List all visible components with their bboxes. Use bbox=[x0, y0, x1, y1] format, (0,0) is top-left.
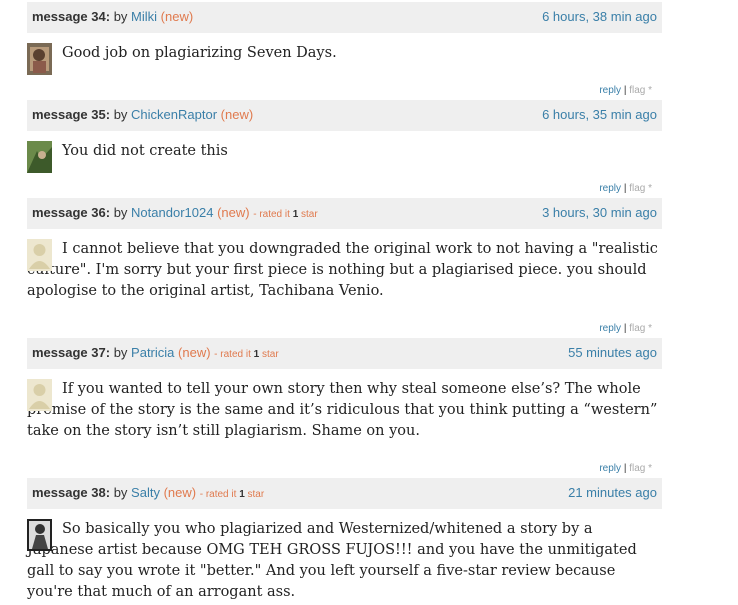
author-link[interactable]: Salty bbox=[131, 485, 160, 500]
avatar[interactable] bbox=[27, 43, 52, 75]
message-header: message 36: by Notandor1024 (new) - rate… bbox=[27, 198, 662, 229]
reply-link[interactable]: reply bbox=[599, 323, 621, 334]
message-number: message 35: bbox=[32, 107, 111, 122]
reply-link[interactable]: reply bbox=[599, 463, 621, 474]
timestamp-link[interactable]: 6 hours, 38 min ago bbox=[542, 9, 657, 24]
rating-text: - rated it 1 star bbox=[200, 489, 264, 500]
author-link[interactable]: Notandor1024 bbox=[131, 205, 213, 220]
author-link[interactable]: Patricia bbox=[131, 345, 174, 360]
message-actions: reply | flag * bbox=[599, 463, 652, 474]
rating-text: - rated it 1 star bbox=[214, 349, 278, 360]
message-actions: reply | flag * bbox=[599, 323, 652, 334]
reply-link[interactable]: reply bbox=[599, 183, 621, 194]
reply-link[interactable]: reply bbox=[599, 85, 621, 96]
message-number: message 34: bbox=[32, 9, 111, 24]
default-avatar-icon[interactable] bbox=[27, 239, 52, 271]
message-number: message 37: bbox=[32, 345, 111, 360]
timestamp-link[interactable]: 55 minutes ago bbox=[568, 345, 657, 360]
flag-link[interactable]: flag * bbox=[629, 183, 652, 194]
message-header: message 34: by Milki (new) 6 hours, 38 m… bbox=[27, 2, 662, 33]
new-badge: (new) bbox=[220, 107, 254, 122]
flag-link[interactable]: flag * bbox=[629, 323, 652, 334]
by-label: by bbox=[113, 345, 128, 360]
message-36: message 36: by Notandor1024 (new) - rate… bbox=[27, 198, 662, 334]
rated-label: - rated it bbox=[253, 209, 290, 220]
star-count: 1 bbox=[253, 349, 260, 360]
message-body: So basically you who plagiarized and Wes… bbox=[27, 509, 662, 603]
separator: | bbox=[623, 183, 627, 194]
star-word: star bbox=[247, 489, 265, 500]
by-label: by bbox=[113, 9, 128, 24]
new-badge: (new) bbox=[217, 205, 250, 220]
new-badge: (new) bbox=[163, 485, 197, 500]
by-label: by bbox=[113, 107, 128, 122]
star-word: star bbox=[301, 209, 318, 220]
message-text: Good job on plagiarizing Seven Days. bbox=[62, 45, 337, 61]
message-body: I cannot believe that you downgraded the… bbox=[27, 229, 662, 302]
timestamp-link[interactable]: 6 hours, 35 min ago bbox=[542, 107, 657, 122]
separator: | bbox=[623, 85, 627, 96]
message-body: You did not create this bbox=[27, 131, 662, 173]
message-text: You did not create this bbox=[62, 143, 228, 159]
flag-link[interactable]: flag * bbox=[629, 463, 652, 474]
star-count: 1 bbox=[239, 489, 245, 500]
message-header: message 38: by Salty (new) - rated it 1 … bbox=[27, 478, 662, 509]
rated-label: - rated it bbox=[214, 349, 251, 360]
message-header: message 37: by Patricia (new) - rated it… bbox=[27, 338, 662, 369]
author-link[interactable]: ChickenRaptor bbox=[131, 107, 217, 122]
message-text: If you wanted to tell your own story the… bbox=[27, 381, 658, 439]
separator: | bbox=[623, 463, 627, 474]
message-37: message 37: by Patricia (new) - rated it… bbox=[27, 338, 662, 474]
message-body: Good job on plagiarizing Seven Days. bbox=[27, 33, 662, 75]
star-count: 1 bbox=[292, 209, 299, 220]
message-35: message 35: by ChickenRaptor (new) 6 hou… bbox=[27, 100, 662, 194]
by-label: by bbox=[113, 205, 128, 220]
flag-link[interactable]: flag * bbox=[629, 85, 652, 96]
timestamp-link[interactable]: 21 minutes ago bbox=[568, 485, 657, 500]
star-word: star bbox=[261, 349, 279, 360]
timestamp-link[interactable]: 3 hours, 30 min ago bbox=[542, 205, 657, 220]
message-text: I cannot believe that you downgraded the… bbox=[27, 241, 658, 299]
rated-label: - rated it bbox=[199, 489, 237, 500]
separator: | bbox=[623, 323, 627, 334]
message-number: message 36: bbox=[32, 205, 111, 220]
new-badge: (new) bbox=[160, 9, 194, 24]
default-avatar-icon[interactable] bbox=[27, 379, 52, 411]
message-body: If you wanted to tell your own story the… bbox=[27, 369, 662, 442]
message-actions: reply | flag * bbox=[599, 85, 652, 96]
rating-text: - rated it 1 star bbox=[253, 209, 317, 220]
message-actions: reply | flag * bbox=[599, 183, 652, 194]
message-38: message 38: by Salty (new) - rated it 1 … bbox=[27, 478, 662, 603]
author-link[interactable]: Milki bbox=[131, 9, 157, 24]
avatar[interactable] bbox=[27, 141, 52, 173]
message-34: message 34: by Milki (new) 6 hours, 38 m… bbox=[27, 2, 662, 96]
avatar[interactable] bbox=[27, 519, 52, 551]
message-number: message 38: bbox=[32, 485, 111, 500]
by-label: by bbox=[113, 485, 128, 500]
message-header: message 35: by ChickenRaptor (new) 6 hou… bbox=[27, 100, 662, 131]
message-text: So basically you who plagiarized and Wes… bbox=[27, 521, 637, 600]
new-badge: (new) bbox=[178, 345, 211, 360]
